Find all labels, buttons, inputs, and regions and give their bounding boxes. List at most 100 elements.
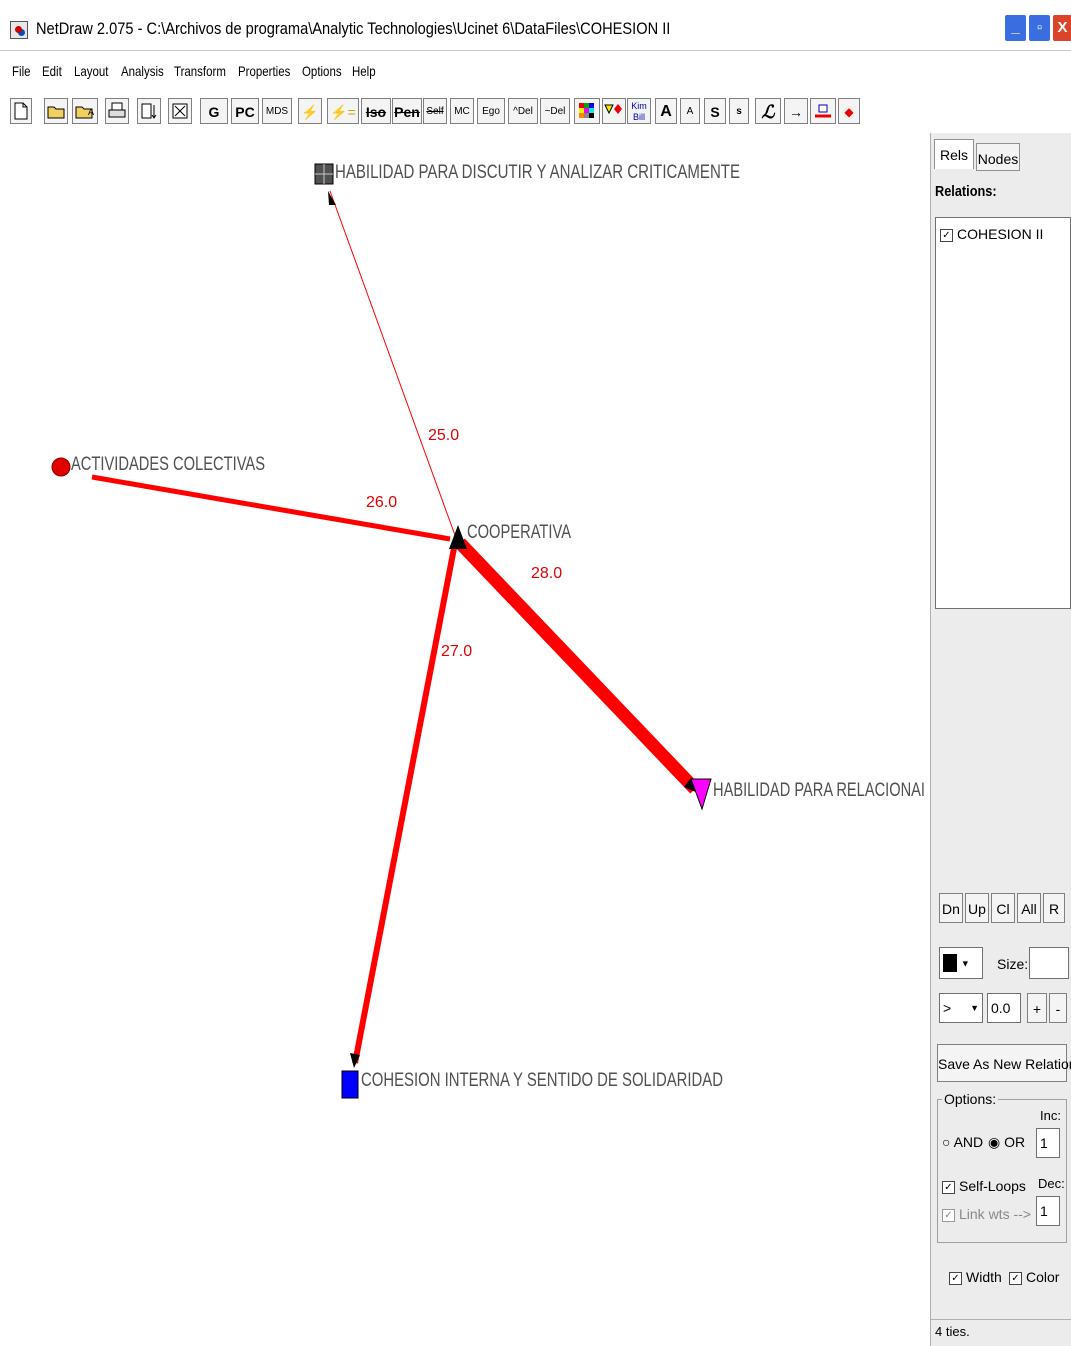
fit-icon[interactable]	[168, 98, 192, 124]
network-graph: 25.0 26.0 27.0 28.0 HABILIDAD PARA DISCU…	[51, 162, 925, 1099]
color-grid-icon[interactable]	[574, 98, 600, 124]
iso-button[interactable]: Iso	[361, 98, 391, 124]
checkbox-icon: ✓	[942, 1180, 955, 1194]
toolbar: A G PC MDS ⚡ ⚡= Iso Pen Self MC Ego ^Del…	[0, 91, 1071, 134]
cl-button[interactable]: Cl	[991, 893, 1015, 923]
pc-button[interactable]: PC	[231, 98, 259, 124]
color-label: Color	[1026, 1269, 1060, 1285]
menu-options[interactable]: Options	[302, 63, 342, 79]
node-label: HABILIDAD PARA RELACIONAI	[713, 780, 925, 801]
color-select[interactable]: ▼	[939, 947, 983, 979]
inc-input[interactable]: 1	[1036, 1128, 1060, 1158]
menu-layout[interactable]: Layout	[74, 63, 108, 79]
menu-transform[interactable]: Transform	[174, 63, 226, 79]
threshold-input[interactable]: 0.0	[987, 993, 1021, 1023]
lightning-icon[interactable]: ⚡	[298, 98, 322, 124]
link-wts-checkbox[interactable]: ✓ Link wts -->	[942, 1206, 1031, 1222]
s-small-button[interactable]: s	[729, 98, 749, 124]
layout-icon[interactable]	[137, 98, 161, 124]
edge-weight-label: 28.0	[531, 565, 562, 582]
relation-item[interactable]: ✓ COHESION II	[940, 226, 1043, 242]
minimize-button[interactable]: _	[1004, 14, 1027, 42]
self-loops-label: Self-Loops	[959, 1178, 1026, 1194]
lightning-equals-icon[interactable]: ⚡=	[327, 98, 359, 124]
chevron-down-icon: ▼	[960, 958, 970, 969]
open-folder-alt-icon[interactable]: A	[72, 98, 98, 124]
tab-rels[interactable]: Rels	[934, 139, 974, 169]
chevron-down-icon: ▼	[970, 1003, 979, 1013]
mds-button[interactable]: MDS	[262, 98, 292, 124]
side-panel: Rels Nodes Relations: ✓ COHESION II Dn Up…	[930, 133, 1071, 1346]
node-actividades-colectivas[interactable]	[51, 457, 71, 477]
arrow-style-select[interactable]: > ▼	[939, 993, 983, 1023]
close-button[interactable]: X	[1052, 14, 1071, 42]
node-shape-color-icon[interactable]	[602, 98, 626, 124]
menu-edit[interactable]: Edit	[42, 63, 62, 79]
node-habilidad-relacionar[interactable]	[690, 778, 712, 811]
color-checkbox[interactable]: ✓ Color	[1009, 1269, 1059, 1285]
and-radio[interactable]: ○ AND	[942, 1134, 983, 1150]
ego-button[interactable]: Ego	[477, 98, 505, 124]
relation-name: COHESION II	[957, 226, 1044, 242]
print-icon[interactable]	[105, 98, 129, 124]
options-group: Options: Inc: ○ AND ◉ OR 1 ✓ Self-Loops D…	[937, 1091, 1067, 1243]
del-up-button[interactable]: ^Del	[508, 98, 538, 124]
edge-tool-icon[interactable]	[810, 98, 836, 124]
relation-checkbox[interactable]: ✓	[940, 228, 953, 242]
edge-cooperativa-habilidad-discutir[interactable]	[329, 190, 457, 539]
mc-button[interactable]: MC	[450, 98, 474, 124]
up-button[interactable]: Up	[965, 893, 989, 923]
size-input[interactable]	[1029, 947, 1069, 979]
self-loops-checkbox[interactable]: ✓ Self-Loops	[942, 1178, 1026, 1194]
self-button[interactable]: Self	[423, 98, 447, 124]
all-button[interactable]: All	[1017, 893, 1041, 923]
node-label: HABILIDAD PARA DISCUTIR Y ANALIZAR CRITI…	[335, 162, 740, 183]
del-tilde-button[interactable]: ~Del	[540, 98, 570, 124]
s-large-button[interactable]: S	[704, 98, 726, 124]
dec-label: Dec:	[1038, 1176, 1065, 1191]
restore-button[interactable]: ▫	[1028, 14, 1051, 42]
node-habilidad-discutir[interactable]	[314, 163, 334, 185]
minus-button[interactable]: -	[1049, 993, 1067, 1023]
tab-nodes[interactable]: Nodes	[976, 143, 1020, 171]
a-large-button[interactable]: A	[655, 98, 677, 124]
a-small-button[interactable]: A	[680, 98, 700, 124]
edge-weight-label: 27.0	[441, 643, 472, 660]
node-label: ACTIVIDADES COLECTIVAS	[71, 454, 265, 475]
edge-cooperativa-habilidad-relacionar[interactable]	[455, 538, 700, 794]
width-checkbox[interactable]: ✓ Width	[949, 1269, 1002, 1285]
line-style-icon[interactable]: ℒ	[755, 98, 781, 124]
network-canvas[interactable]: 25.0 26.0 27.0 28.0 HABILIDAD PARA DISCU…	[0, 133, 930, 1346]
or-label: OR	[1004, 1134, 1026, 1150]
checkbox-icon: ✓	[949, 1271, 962, 1285]
dec-input[interactable]: 1	[1036, 1196, 1060, 1226]
edge-weight-label: 25.0	[428, 427, 459, 444]
color-swatch	[943, 954, 957, 973]
arrow-right-icon[interactable]: →	[784, 98, 808, 124]
dn-button[interactable]: Dn	[939, 893, 963, 923]
open-folder-icon[interactable]	[44, 98, 68, 124]
edge-cooperativa-cohesion[interactable]	[352, 542, 458, 1064]
menu-analysis[interactable]: Analysis	[121, 63, 164, 79]
svg-text:A: A	[88, 107, 94, 117]
or-radio[interactable]: ◉ OR	[988, 1134, 1025, 1151]
status-bar: 4 ties.	[931, 1319, 1071, 1346]
kim-bill-button[interactable]: Kim Bill	[627, 98, 651, 124]
checkbox-icon: ✓	[942, 1208, 955, 1222]
new-file-icon[interactable]	[10, 98, 32, 124]
plus-button[interactable]: +	[1027, 993, 1047, 1023]
node-label: COOPERATIVA	[467, 522, 571, 543]
menu-file[interactable]: File	[12, 63, 31, 79]
relations-list[interactable]: ✓ COHESION II	[935, 217, 1071, 609]
node-label: COHESION INTERNA Y SENTIDO DE SOLIDARIDA…	[361, 1070, 723, 1091]
pen-button[interactable]: Pen	[392, 98, 422, 124]
menu-properties[interactable]: Properties	[238, 63, 290, 79]
node-cooperativa[interactable]	[449, 525, 467, 549]
node-cohesion-interna[interactable]	[341, 1070, 359, 1099]
g-button[interactable]: G	[200, 98, 228, 124]
save-as-new-relation-button[interactable]: Save As New Relation	[937, 1044, 1071, 1082]
app-icon[interactable]	[10, 21, 28, 39]
menu-help[interactable]: Help	[352, 63, 376, 79]
diamond-icon[interactable]: ◆	[838, 98, 860, 124]
r-button[interactable]: R	[1043, 893, 1065, 923]
